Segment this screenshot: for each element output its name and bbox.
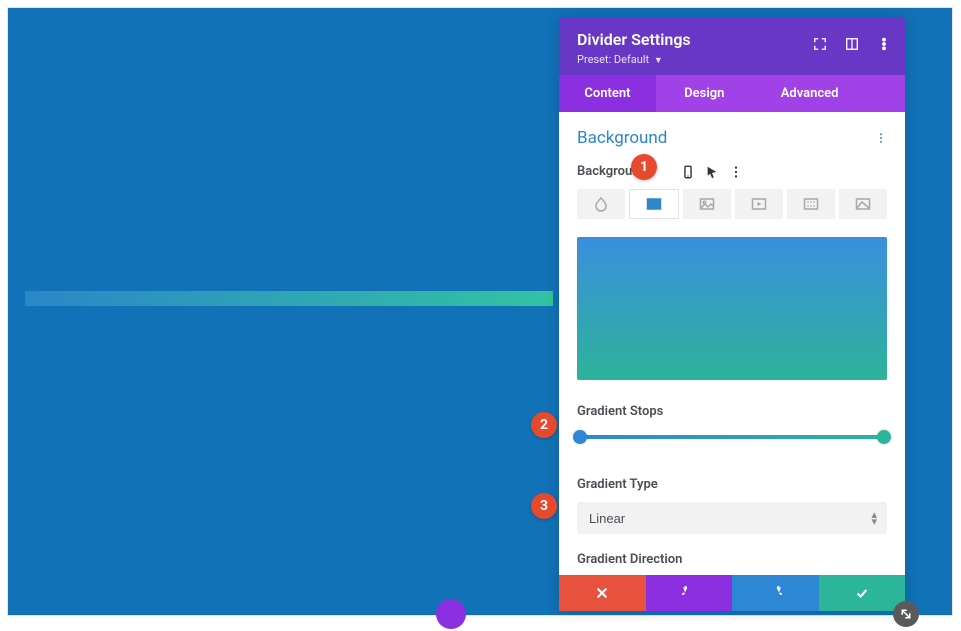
- preset-name: Default: [614, 53, 649, 66]
- tab-content[interactable]: Content: [559, 75, 656, 112]
- gradient-stop-end[interactable]: [877, 430, 891, 444]
- preset-selector[interactable]: Preset: Default ▼: [577, 53, 887, 66]
- resize-handle[interactable]: [893, 601, 919, 627]
- gradient-type-value: Linear: [589, 511, 625, 526]
- gradient-type-select-wrap: Linear ▴▾: [577, 502, 887, 534]
- divider-preview[interactable]: [25, 291, 553, 306]
- bg-tab-mask[interactable]: [839, 189, 887, 219]
- gradient-type-select[interactable]: Linear: [577, 502, 887, 534]
- bg-tab-image[interactable]: [683, 189, 731, 219]
- tab-advanced[interactable]: Advanced: [753, 75, 905, 112]
- bg-tab-gradient[interactable]: [629, 189, 679, 219]
- background-label-row: Background: [577, 164, 887, 179]
- section-more-icon[interactable]: [875, 129, 887, 148]
- hover-icon[interactable]: [705, 165, 719, 179]
- bg-tab-pattern[interactable]: [787, 189, 835, 219]
- gradient-direction-label: Gradient Direction: [577, 552, 887, 567]
- panel-footer: [559, 575, 905, 611]
- chevron-down-icon: ▼: [654, 56, 663, 66]
- tab-design[interactable]: Design: [656, 75, 753, 112]
- gradient-stops-track[interactable]: [577, 435, 887, 439]
- expand-icon[interactable]: [813, 37, 827, 51]
- header-actions: [813, 37, 891, 51]
- tab-bar: Content Design Advanced: [559, 75, 905, 112]
- bg-tab-video[interactable]: [735, 189, 783, 219]
- gradient-preview[interactable]: [577, 237, 887, 380]
- background-type-tabs: [577, 189, 887, 219]
- redo-button[interactable]: [732, 575, 819, 611]
- field-more-icon[interactable]: [729, 165, 743, 179]
- annotation-2: 2: [531, 412, 557, 438]
- bg-tab-color[interactable]: [577, 189, 625, 219]
- more-icon[interactable]: [877, 37, 891, 51]
- undo-button[interactable]: [646, 575, 733, 611]
- gradient-stop-start[interactable]: [573, 430, 587, 444]
- cancel-button[interactable]: [559, 575, 646, 611]
- section-title: Background: [577, 128, 667, 148]
- panel-body: Background Background: [559, 112, 905, 575]
- module-add-orb[interactable]: [436, 599, 466, 629]
- save-button[interactable]: [819, 575, 906, 611]
- gradient-type-label: Gradient Type: [577, 477, 887, 492]
- gradient-stops-label: Gradient Stops: [577, 404, 887, 419]
- panel-header: Divider Settings Preset: Default ▼: [559, 17, 905, 75]
- settings-panel: Divider Settings Preset: Default ▼ Conte…: [559, 17, 905, 611]
- snap-icon[interactable]: [845, 37, 859, 51]
- annotation-3: 3: [531, 493, 557, 519]
- section-header[interactable]: Background: [577, 112, 887, 158]
- annotation-1: 1: [631, 154, 657, 180]
- preset-prefix: Preset:: [577, 53, 611, 66]
- phone-icon[interactable]: [681, 165, 695, 179]
